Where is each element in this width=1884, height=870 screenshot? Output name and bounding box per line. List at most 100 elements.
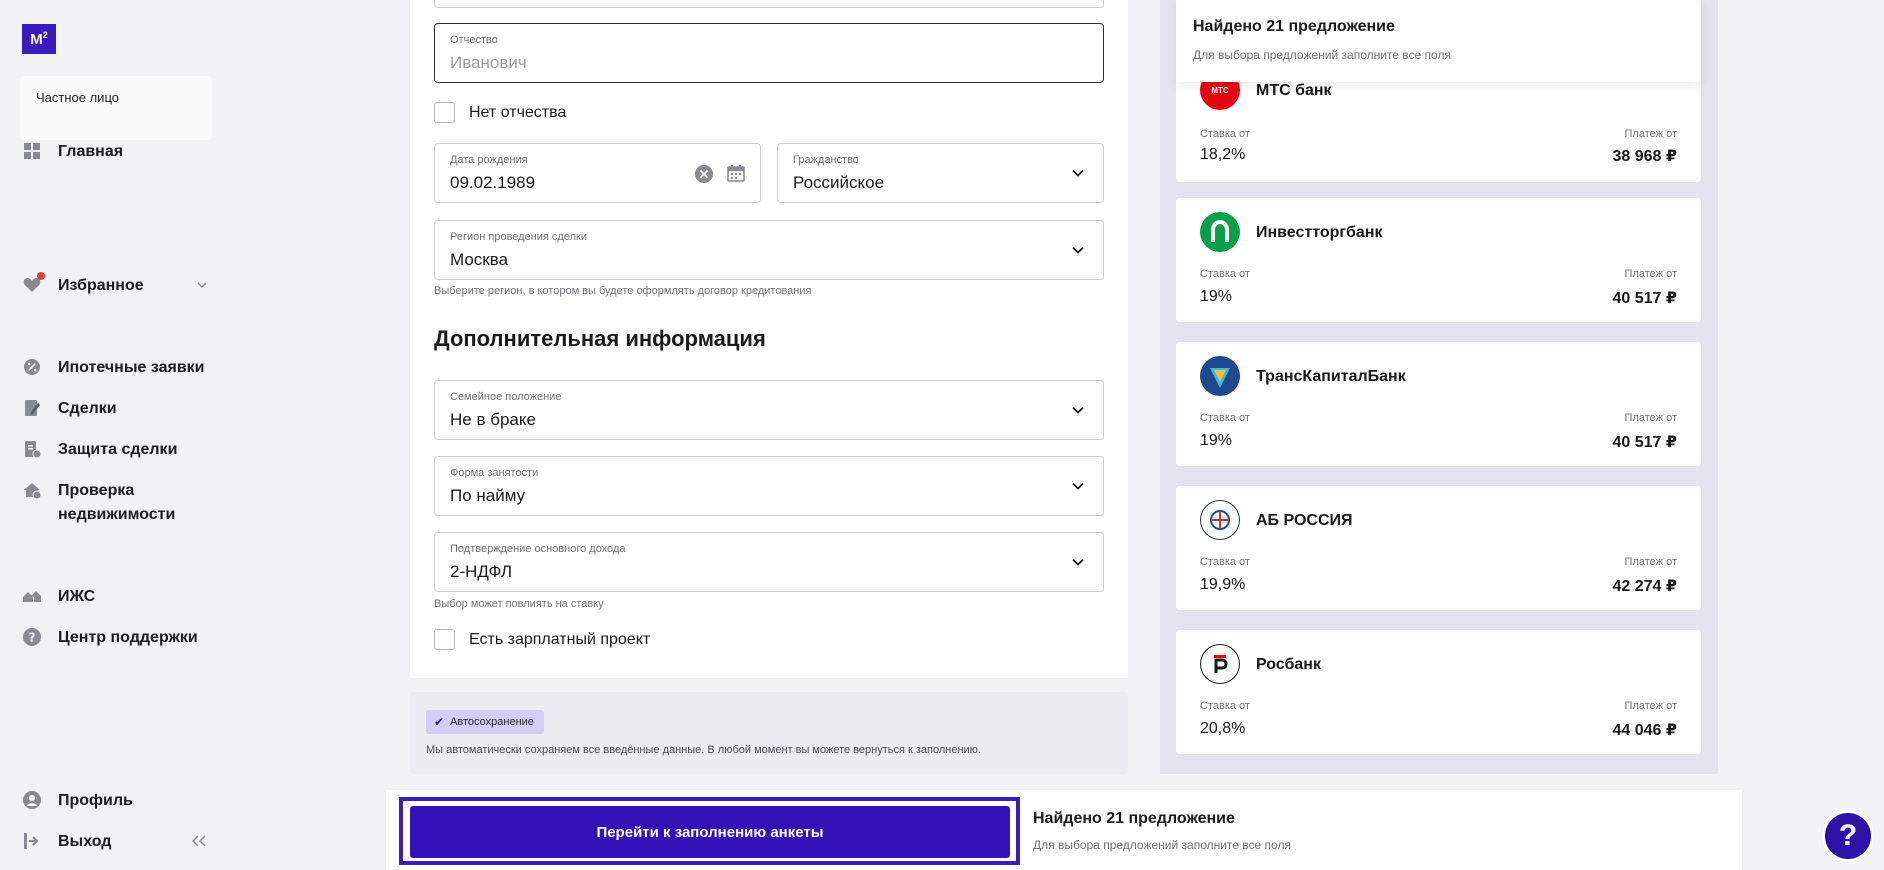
- account-type-box[interactable]: Частное лицо: [20, 76, 212, 140]
- income-proof-select[interactable]: Подтверждение основного дохода 2-НДФЛ: [434, 532, 1104, 592]
- payment-label: Платеж от: [1624, 268, 1677, 280]
- rate-label: Ставка от: [1200, 412, 1250, 424]
- notification-dot: [37, 272, 45, 280]
- salary-project-checkbox[interactable]: [434, 629, 455, 650]
- payment-label: Платеж от: [1624, 128, 1677, 140]
- sidebar-item-label: Проверка недвижимости: [58, 479, 175, 527]
- marital-status-value: Не в браке: [450, 410, 536, 429]
- bottom-offers-count: Найдено 21 предложение: [1033, 810, 1235, 827]
- sidebar-item-favorites[interactable]: Избранное: [22, 272, 222, 298]
- payment-value: 40 517 ₽: [1612, 434, 1677, 451]
- bank-offer-card[interactable]: Росбанк Ставка от Платеж от 20,8% 44 046…: [1176, 630, 1701, 754]
- checkbox-label: Нет отчества: [469, 103, 567, 121]
- rate-value: 19,9%: [1200, 576, 1246, 593]
- offers-header: Найдено 21 предложение Для выбора предло…: [1176, 0, 1701, 82]
- bank-name: АБ РОССИЯ: [1256, 512, 1353, 529]
- payment-value: 38 968 ₽: [1612, 148, 1677, 165]
- payment-label: Платеж от: [1624, 412, 1677, 424]
- payment-label: Платеж от: [1624, 556, 1677, 568]
- rate-value: 18,2%: [1200, 146, 1246, 163]
- sidebar-item-label: ИЖС: [58, 588, 96, 605]
- help-button[interactable]: ?: [1822, 810, 1874, 862]
- patronymic-field[interactable]: Отчество Иванович: [434, 23, 1104, 83]
- marital-status-select[interactable]: Семейное положение Не в браке: [434, 380, 1104, 440]
- chevron-down-icon[interactable]: [196, 278, 208, 294]
- rate-value: 20,8%: [1200, 720, 1246, 737]
- heart-icon: [22, 272, 45, 295]
- bank-offer-card[interactable]: Инвестторгбанк Ставка от Платеж от 19% 4…: [1176, 198, 1701, 322]
- go-to-questionnaire-button[interactable]: Перейти к заполнению анкеты: [410, 806, 1010, 858]
- document-edit-icon: [22, 398, 42, 418]
- bank-offer-card[interactable]: АБ РОССИЯ Ставка от Платеж от 19,9% 42 2…: [1176, 486, 1701, 610]
- chevron-down-icon: [1072, 169, 1084, 177]
- citizenship-select[interactable]: Гражданство Российское: [777, 143, 1104, 203]
- help-label: ?: [1838, 819, 1858, 852]
- rate-label: Ставка от: [1200, 128, 1250, 140]
- payment-value: 44 046 ₽: [1612, 722, 1677, 739]
- birthdate-field[interactable]: Дата рождения 09.02.1989: [434, 143, 761, 203]
- sidebar-item-label: Ипотечные заявки: [58, 359, 205, 376]
- offers-subtitle: Для выбора предложений заполните все пол…: [1193, 48, 1451, 62]
- previous-field-edge: [434, 0, 1104, 8]
- rate-label: Ставка от: [1200, 268, 1250, 280]
- region-hint: Выберите регион, в котором вы будете офо…: [434, 285, 812, 297]
- salary-project-checkbox-row[interactable]: Есть зарплатный проект: [434, 629, 650, 650]
- region-value: Москва: [450, 250, 509, 269]
- offers-count-title: Найдено 21 предложение: [1193, 18, 1395, 35]
- logout-icon: [22, 831, 42, 851]
- chevron-down-icon: [1072, 558, 1084, 566]
- payment-label: Платеж от: [1624, 700, 1677, 712]
- investtorgbank-logo: [1200, 212, 1240, 252]
- sidebar-item-deals[interactable]: Сделки: [22, 397, 222, 421]
- sidebar-item-label: Главная: [58, 143, 124, 160]
- user-icon: [22, 790, 42, 810]
- field-label: Гражданство: [793, 154, 859, 166]
- sidebar: M2 Частное лицо Главная Избранное Ипотеч…: [0, 0, 245, 870]
- autosave-notice: ✔ Автосохранение Мы автоматически сохран…: [410, 692, 1128, 774]
- sidebar-item-label: Центр поддержки: [58, 629, 198, 646]
- calendar-icon[interactable]: [726, 163, 746, 188]
- percent-icon: [22, 357, 42, 377]
- sidebar-item-label: Сделки: [58, 400, 117, 417]
- section-title: Дополнительная информация: [434, 326, 766, 351]
- ab-russia-logo: [1200, 500, 1240, 540]
- payment-value: 42 274 ₽: [1612, 578, 1677, 595]
- autosave-badge: ✔ Автосохранение: [426, 710, 544, 734]
- sidebar-item-label: Защита сделки: [58, 441, 178, 458]
- check-icon: ✔: [434, 715, 445, 729]
- bank-name: МТС банк: [1256, 82, 1332, 99]
- questionnaire-form: Отчество Иванович Нет отчества Дата рожд…: [410, 0, 1128, 678]
- check-line-1: Проверка: [58, 482, 135, 499]
- income-hint: Выбор может повлиять на ставку: [434, 598, 604, 610]
- citizenship-value: Российское: [793, 173, 885, 192]
- clear-icon[interactable]: [694, 164, 714, 189]
- employment-select[interactable]: Форма занятости По найму: [434, 456, 1104, 516]
- autosave-text: Мы автоматически сохраняем все введённые…: [426, 744, 981, 756]
- chevron-down-icon: [1072, 246, 1084, 254]
- field-label: Форма занятости: [450, 467, 539, 479]
- region-select[interactable]: Регион проведения сделки Москва: [434, 220, 1104, 280]
- bank-name: Инвестторгбанк: [1256, 224, 1383, 241]
- collapse-sidebar-icon[interactable]: [190, 832, 208, 853]
- m2-logo[interactable]: M2: [22, 24, 56, 54]
- patronymic-input[interactable]: Иванович: [450, 53, 1088, 73]
- checkbox-label: Есть зарплатный проект: [469, 630, 651, 648]
- income-proof-value: 2-НДФЛ: [450, 562, 513, 581]
- sidebar-item-profile[interactable]: Профиль: [22, 789, 222, 813]
- sidebar-item-home[interactable]: Главная: [22, 140, 222, 164]
- rate-value: 19%: [1200, 288, 1233, 305]
- no-patronymic-checkbox[interactable]: [434, 102, 455, 123]
- sidebar-item-label: Выход: [58, 833, 112, 850]
- field-label: Семейное положение: [450, 391, 562, 403]
- bank-offer-card[interactable]: ТрансКапиталБанк Ставка от Платеж от 19%…: [1176, 342, 1701, 466]
- transkapitalbank-logo: [1200, 356, 1240, 396]
- sidebar-item-protection[interactable]: Защита сделки: [22, 438, 222, 462]
- no-patronymic-checkbox-row[interactable]: Нет отчества: [434, 102, 566, 123]
- sidebar-item-property-check[interactable]: Проверка недвижимости: [22, 479, 222, 527]
- sidebar-item-support[interactable]: ? Центр поддержки: [22, 626, 222, 650]
- field-label: Подтверждение основного дохода: [450, 543, 626, 555]
- autosave-badge-label: Автосохранение: [450, 716, 534, 728]
- sidebar-item-mortgage[interactable]: Ипотечные заявки: [22, 356, 222, 380]
- field-label: Отчество: [450, 34, 498, 46]
- sidebar-item-izhs[interactable]: ИЖС: [22, 585, 222, 609]
